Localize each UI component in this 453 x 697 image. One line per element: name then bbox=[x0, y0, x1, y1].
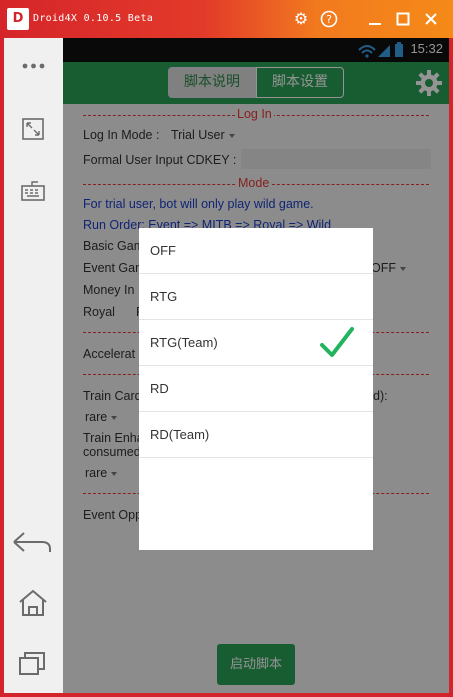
option-rd[interactable]: RD bbox=[139, 366, 373, 412]
help-icon[interactable]: ? bbox=[320, 10, 338, 28]
settings-gear-icon[interactable]: ⚙ bbox=[292, 10, 310, 28]
title-bar[interactable]: D Droid4X 0.10.5 Beta ⚙ ? bbox=[0, 0, 453, 38]
more-dots-icon[interactable] bbox=[4, 58, 63, 79]
droid4x-logo: D bbox=[7, 8, 29, 30]
close-icon[interactable] bbox=[422, 10, 440, 28]
window-title: Droid4X 0.10.5 Beta bbox=[33, 13, 154, 24]
option-label: RTG bbox=[150, 289, 178, 304]
emulator-window: D Droid4X 0.10.5 Beta ⚙ ? 15:32 脚本说明 脚本设… bbox=[0, 0, 453, 697]
back-arrow-icon[interactable] bbox=[4, 528, 63, 561]
checkmark-icon bbox=[320, 327, 354, 357]
emulator-sidebar bbox=[4, 38, 63, 693]
option-label: RD bbox=[150, 381, 169, 396]
keyboard-icon[interactable] bbox=[4, 178, 63, 207]
option-rtg-team[interactable]: RTG(Team) bbox=[139, 320, 373, 366]
option-picker-dialog: OFF RTG RTG(Team) RD RD(Team) bbox=[139, 228, 373, 550]
android-screen: 15:32 脚本说明 脚本设置 Log In Log In Mode : Tri… bbox=[63, 38, 449, 693]
home-icon[interactable] bbox=[4, 588, 63, 623]
fullscreen-icon[interactable] bbox=[4, 118, 63, 145]
option-off[interactable]: OFF bbox=[139, 228, 373, 274]
maximize-icon[interactable] bbox=[394, 10, 412, 28]
svg-text:?: ? bbox=[326, 13, 332, 26]
minimize-icon[interactable] bbox=[366, 10, 384, 28]
recent-apps-icon[interactable] bbox=[4, 650, 63, 681]
option-label: RTG(Team) bbox=[150, 335, 218, 350]
option-rd-team[interactable]: RD(Team) bbox=[139, 412, 373, 458]
option-rtg[interactable]: RTG bbox=[139, 274, 373, 320]
option-label: OFF bbox=[150, 243, 176, 258]
option-label: RD(Team) bbox=[150, 427, 210, 442]
